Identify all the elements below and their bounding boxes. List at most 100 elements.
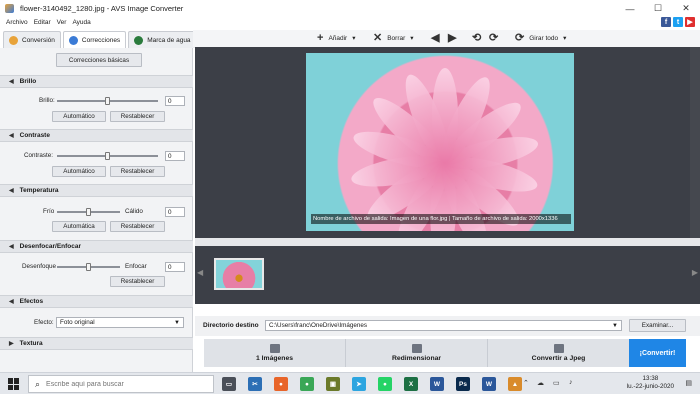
- menu-editar[interactable]: Editar: [34, 19, 51, 26]
- blur-sharpen-slider[interactable]: [57, 263, 120, 271]
- word-doc-icon[interactable]: W: [482, 377, 496, 391]
- chrome-icon[interactable]: ●: [300, 377, 314, 391]
- cloud-icon[interactable]: ☁: [537, 379, 544, 387]
- app-logo-icon: [5, 4, 14, 13]
- destination-path-select[interactable]: C:\Users\franc\OneDrive\Imágenes ▼: [265, 320, 622, 331]
- minimize-button[interactable]: —: [616, 0, 644, 17]
- menu-bar: Archivo Editar Ver Ayuda: [0, 17, 700, 28]
- tab-label: Conversión: [22, 36, 55, 44]
- step-resize[interactable]: Redimensionar: [346, 339, 488, 367]
- rotate-all-button[interactable]: ⟳ Girar todo ▾: [515, 33, 566, 44]
- image-preview: Nombre de archivo de salida: Imagen de u…: [195, 47, 700, 238]
- step-images[interactable]: 1 Imágenes: [204, 339, 346, 367]
- conversion-icon: [9, 35, 18, 45]
- social-links: f t ▶: [661, 17, 695, 27]
- rotate-right-button[interactable]: ⟳: [489, 33, 498, 44]
- brightness-slider[interactable]: [57, 97, 158, 105]
- temperature-reset-button[interactable]: Restablecer: [110, 221, 165, 232]
- close-button[interactable]: ✕: [672, 0, 700, 17]
- search-input[interactable]: [46, 380, 207, 388]
- rotate-left-button[interactable]: ⟲: [472, 33, 481, 44]
- section-desenfocar[interactable]: ◀ Desenfocar/Enfocar: [0, 240, 193, 253]
- convert-button[interactable]: ¡Convertir!: [629, 339, 686, 367]
- menu-ver[interactable]: Ver: [57, 19, 67, 26]
- section-efectos[interactable]: ◀ Efectos: [0, 295, 193, 308]
- slider-thumb[interactable]: [105, 152, 110, 160]
- contrast-reset-button[interactable]: Restablecer: [110, 166, 165, 177]
- chevron-down-icon: ▼: [612, 323, 618, 329]
- star-icon: [68, 35, 78, 45]
- volume-icon[interactable]: ♪: [569, 379, 573, 386]
- delete-button[interactable]: ✕ Borrar ▾: [373, 33, 414, 44]
- slider-thumb[interactable]: [105, 97, 110, 105]
- word-icon[interactable]: W: [430, 377, 444, 391]
- expand-arrow-icon: ▶: [9, 341, 14, 347]
- firefox-icon[interactable]: ●: [274, 377, 288, 391]
- strip-left-arrow-icon[interactable]: ◀: [197, 268, 203, 277]
- contrast-value[interactable]: 0: [165, 151, 185, 161]
- slider-thumb[interactable]: [86, 208, 91, 216]
- basic-corrections-button[interactable]: Correcciones básicas: [56, 53, 142, 67]
- temperature-slider[interactable]: [57, 208, 120, 216]
- windows-start-icon[interactable]: [8, 378, 20, 390]
- facebook-icon[interactable]: f: [661, 17, 671, 27]
- task-view-icon[interactable]: ▭: [222, 377, 236, 391]
- temperature-value[interactable]: 0: [165, 207, 185, 217]
- effect-select[interactable]: Foto original ▼: [56, 317, 184, 328]
- menu-archivo[interactable]: Archivo: [6, 19, 28, 26]
- tab-bar: Conversión Correcciones Marca de agua: [3, 31, 197, 48]
- next-button[interactable]: ▶: [448, 33, 456, 44]
- section-brillo[interactable]: ◀ Brillo: [0, 75, 193, 88]
- section-title: Contraste: [19, 132, 50, 139]
- section-title: Desenfocar/Enfocar: [19, 243, 82, 250]
- twitter-icon[interactable]: t: [673, 17, 683, 27]
- menu-ayuda[interactable]: Ayuda: [72, 19, 90, 26]
- preview-scrollbar[interactable]: [690, 47, 700, 238]
- preview-hscrollbar[interactable]: [195, 238, 700, 246]
- resize-icon: [411, 344, 422, 353]
- section-contraste[interactable]: ◀ Contraste: [0, 129, 193, 142]
- section-temperatura[interactable]: ◀ Temperatura: [0, 184, 193, 197]
- youtube-icon[interactable]: ▶: [685, 17, 695, 27]
- browse-button[interactable]: Examinar...: [629, 319, 686, 332]
- arrow-left-icon: ◀: [431, 32, 440, 44]
- maximize-button[interactable]: ☐: [644, 0, 672, 17]
- notifications-icon[interactable]: ▤: [685, 379, 692, 387]
- photoshop-icon[interactable]: Ps: [456, 377, 470, 391]
- tab-correcciones[interactable]: Correcciones: [62, 31, 127, 48]
- blur-reset-button[interactable]: Restablecer: [110, 276, 165, 287]
- tab-conversion[interactable]: Conversión: [3, 31, 61, 48]
- whatsapp-icon[interactable]: ●: [378, 377, 392, 391]
- step-convert-jpeg[interactable]: Convertir a Jpeg: [488, 339, 630, 367]
- brightness-auto-button[interactable]: Automático: [52, 111, 106, 122]
- tab-marca-de-agua[interactable]: Marca de agua: [128, 31, 197, 48]
- avs-icon[interactable]: ▲: [508, 377, 522, 391]
- delete-label: Borrar: [387, 34, 406, 42]
- brightness-value[interactable]: 0: [165, 96, 185, 106]
- contrast-auto-button[interactable]: Automático: [52, 166, 106, 177]
- add-button[interactable]: + Añadir ▾: [317, 33, 356, 44]
- image-thumbnail[interactable]: [214, 258, 264, 290]
- taskbar-search[interactable]: ⌕: [28, 375, 214, 393]
- contrast-label: Contraste:: [24, 152, 54, 159]
- section-textura[interactable]: ▶ Textura: [0, 337, 193, 350]
- tray-chevron-icon[interactable]: ⌃: [523, 379, 529, 387]
- contrast-slider[interactable]: [57, 152, 158, 160]
- temperature-warm-label: Cálido: [125, 208, 143, 215]
- network-icon[interactable]: ▭: [553, 379, 560, 387]
- telegram-icon[interactable]: ➤: [352, 377, 366, 391]
- slider-thumb[interactable]: [86, 263, 91, 271]
- snip-icon[interactable]: ✂: [248, 377, 262, 391]
- chevron-down-icon: ▾: [352, 35, 356, 42]
- chevron-down-icon: ▾: [410, 35, 414, 42]
- strip-right-arrow-icon[interactable]: ▶: [692, 268, 698, 277]
- blur-value[interactable]: 0: [165, 262, 185, 272]
- previous-button[interactable]: ◀: [431, 32, 440, 44]
- temperature-auto-button[interactable]: Automática: [52, 221, 106, 232]
- excel-icon[interactable]: X: [404, 377, 418, 391]
- destination-label: Directorio destino: [203, 322, 259, 329]
- system-clock[interactable]: 13:38 lu.-22-junio-2020: [627, 375, 674, 391]
- app-icon[interactable]: ▣: [326, 377, 340, 391]
- brightness-reset-button[interactable]: Restablecer: [110, 111, 165, 122]
- file-convert-icon: [553, 344, 564, 353]
